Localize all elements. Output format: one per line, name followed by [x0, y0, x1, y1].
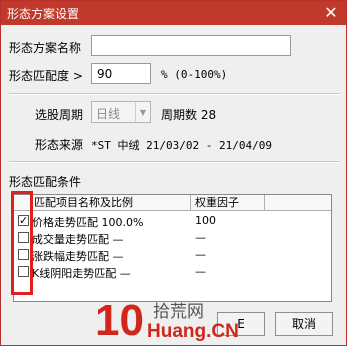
pattern-scheme-dialog: 形态方案设置 ✕ 形态方案名称 形态匹配度 > 90 % (0-100%) 选股…: [0, 0, 347, 346]
scheme-name-input[interactable]: [91, 35, 291, 56]
condition-weight: —: [195, 231, 206, 244]
watermark-logo: 10 拾荒网 Huang.CN: [95, 297, 239, 341]
period-count: 周期数 28: [161, 108, 217, 122]
condition-name: 价格走势匹配 100.0%: [32, 216, 144, 229]
divider-highlight: [9, 94, 339, 95]
column-header-weight[interactable]: 权重因子: [195, 195, 239, 210]
source-label: 形态来源: [35, 138, 84, 152]
chevron-down-icon[interactable]: ▼: [135, 102, 150, 122]
table-row[interactable]: K线阴阳走势匹配 — —: [14, 264, 331, 281]
highlight-box: [11, 191, 33, 295]
match-degree-unit: % (0-100%): [161, 68, 228, 81]
condition-weight: 100: [195, 214, 216, 227]
match-degree-label: 形态匹配度 >: [9, 69, 83, 83]
conditions-list[interactable]: 匹配项目名称及比例 权重因子 ✓ 价格走势匹配 100.0% 100 成交量走势匹配 …: [13, 194, 332, 302]
period-select[interactable]: 日线 ▼: [91, 101, 151, 123]
conditions-section-label: 形态匹配条件: [9, 175, 82, 189]
table-row[interactable]: 成交量走势匹配 — —: [14, 230, 331, 247]
source-value: *ST 中绒 21/03/02 - 21/04/09: [91, 139, 272, 152]
scheme-name-label: 形态方案名称: [9, 41, 82, 55]
match-degree-input[interactable]: 90: [91, 63, 151, 84]
watermark-cn: 拾荒网: [153, 302, 204, 322]
table-row[interactable]: 涨跌幅走势匹配 — —: [14, 247, 331, 264]
table-row[interactable]: ✓ 价格走势匹配 100.0% 100: [14, 213, 331, 230]
column-separator[interactable]: [264, 195, 265, 210]
period-select-value: 日线: [96, 107, 121, 121]
watermark-digits: 10: [95, 297, 144, 341]
condition-name: 涨跌幅走势匹配 —: [32, 250, 124, 263]
watermark-domain: Huang.CN: [147, 321, 239, 341]
cancel-button[interactable]: 取消: [275, 312, 333, 336]
condition-weight: —: [195, 248, 206, 261]
condition-weight: —: [195, 265, 206, 278]
condition-name: K线阴阳走势匹配 —: [32, 267, 131, 280]
match-degree-value: 90: [97, 67, 113, 81]
divider-highlight: [9, 162, 339, 163]
title-bar[interactable]: 形态方案设置 ✕: [1, 1, 346, 25]
cancel-button-label: 取消: [291, 317, 316, 331]
list-header: 匹配项目名称及比例 权重因子: [14, 195, 331, 211]
period-label: 选股周期: [35, 108, 84, 122]
condition-name: 成交量走势匹配 —: [32, 233, 124, 246]
window-title: 形态方案设置: [7, 7, 80, 21]
close-icon[interactable]: ✕: [322, 4, 340, 22]
column-separator[interactable]: [190, 195, 191, 210]
column-header-name[interactable]: 匹配项目名称及比例: [34, 195, 133, 210]
